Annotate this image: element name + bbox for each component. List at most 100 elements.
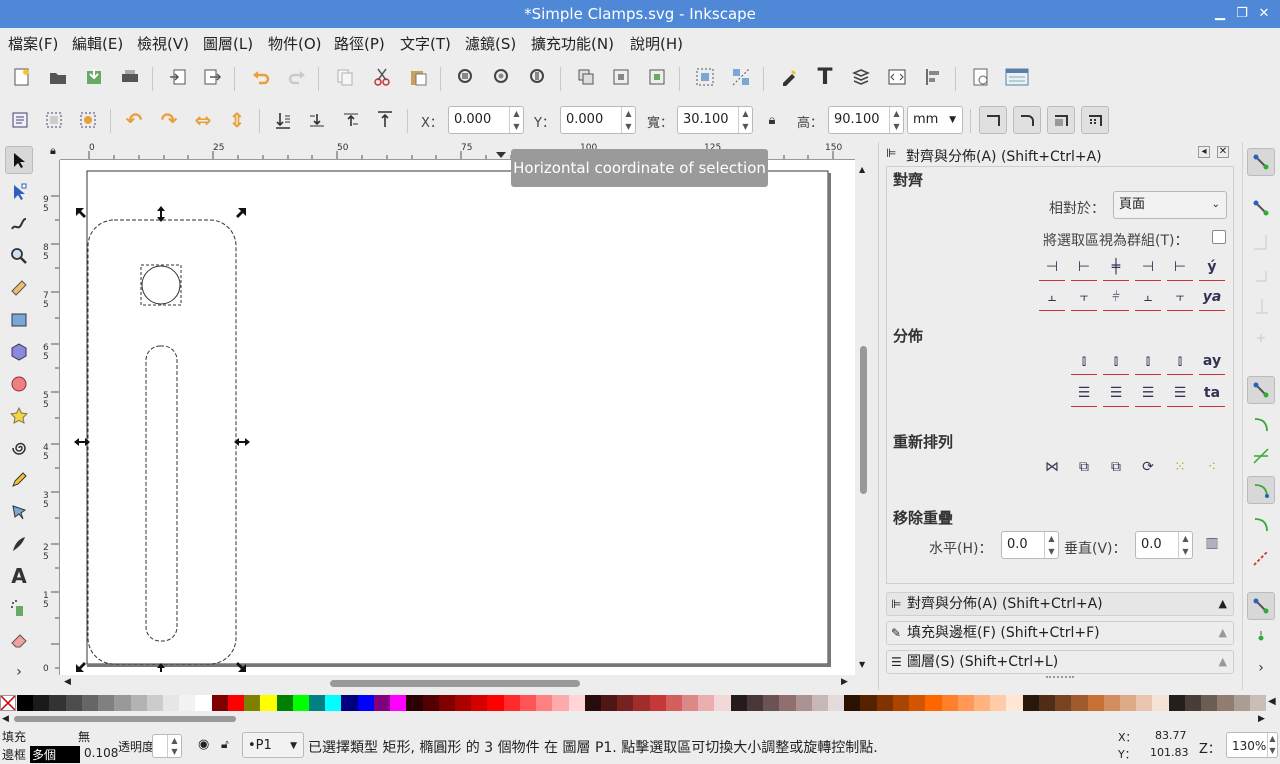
x-input[interactable]: 0.000 ▲ ▼ bbox=[448, 106, 524, 134]
color-swatch[interactable] bbox=[162, 695, 180, 711]
undo-icon[interactable] bbox=[247, 63, 275, 91]
fill-indicator-value[interactable]: 無 bbox=[78, 728, 90, 745]
flip-horizontal-icon[interactable]: ⇔ bbox=[189, 106, 217, 134]
color-swatch[interactable] bbox=[292, 695, 310, 711]
snap-others-icon[interactable] bbox=[1247, 592, 1275, 620]
align-distribute-icon[interactable] bbox=[919, 63, 947, 91]
width-input[interactable]: 30.100 ▲ ▼ bbox=[677, 106, 753, 134]
color-swatch[interactable] bbox=[941, 695, 959, 711]
snap-nodes-icon[interactable] bbox=[1247, 376, 1275, 404]
align-right-to-left-anchor-icon[interactable]: ⊣ bbox=[1039, 255, 1065, 281]
redo-icon[interactable] bbox=[283, 63, 311, 91]
minimize-button[interactable]: ▁ bbox=[1208, 0, 1232, 28]
overlap-h-spinner[interactable]: ▲ ▼ bbox=[1044, 532, 1058, 558]
snap-intersections-icon[interactable] bbox=[1247, 442, 1275, 470]
color-swatch[interactable] bbox=[519, 695, 537, 711]
color-swatch[interactable] bbox=[454, 695, 472, 711]
clone-icon[interactable] bbox=[607, 63, 635, 91]
color-swatch[interactable] bbox=[617, 695, 634, 711]
color-swatch[interactable] bbox=[1103, 695, 1121, 711]
color-swatch[interactable] bbox=[698, 695, 715, 711]
y-spinner[interactable]: ▲ ▼ bbox=[621, 107, 635, 133]
opacity-input[interactable]: ▲ ▼ bbox=[152, 734, 182, 758]
zoom-spinner[interactable]: ▲ ▼ bbox=[1267, 733, 1277, 757]
horizontal-scrollbar[interactable]: ◀ ▶ bbox=[60, 675, 855, 691]
color-swatch[interactable] bbox=[1006, 695, 1024, 711]
deselect-icon[interactable] bbox=[74, 106, 102, 134]
color-swatch[interactable] bbox=[406, 695, 424, 711]
new-document-icon[interactable] bbox=[8, 63, 36, 91]
horizontal-scroll-thumb[interactable] bbox=[330, 680, 580, 687]
menu-file[interactable]: 檔案(F) bbox=[8, 33, 58, 54]
star-tool-icon[interactable] bbox=[5, 402, 33, 430]
scroll-right-icon[interactable]: ▶ bbox=[1258, 714, 1265, 724]
snap-bbox-corner-icon[interactable] bbox=[1247, 260, 1275, 288]
color-swatch[interactable] bbox=[730, 695, 748, 711]
color-swatch[interactable] bbox=[1217, 695, 1235, 711]
color-swatch[interactable] bbox=[373, 695, 391, 711]
color-swatch[interactable] bbox=[244, 695, 261, 711]
exchange-clockwise-icon[interactable]: ⟳ bbox=[1135, 455, 1161, 481]
color-swatch[interactable] bbox=[1184, 695, 1202, 711]
distribute-bottom-icon[interactable]: ☰ bbox=[1135, 381, 1161, 407]
pen-tool-icon[interactable] bbox=[5, 498, 33, 526]
unclump-icon[interactable]: ⁖ bbox=[1199, 455, 1225, 481]
zoom-input[interactable]: 130% ▲ ▼ bbox=[1226, 732, 1278, 758]
spiral-tool-icon[interactable] bbox=[5, 434, 33, 462]
color-swatch[interactable] bbox=[811, 695, 829, 711]
color-swatch[interactable] bbox=[49, 695, 67, 711]
import-icon[interactable] bbox=[164, 63, 192, 91]
text-font-icon[interactable]: T bbox=[811, 63, 839, 91]
group-icon[interactable] bbox=[691, 63, 719, 91]
text-tool-icon[interactable]: A bbox=[5, 562, 33, 590]
ungroup-icon[interactable] bbox=[727, 63, 755, 91]
snap-bbox-midpoint-icon[interactable] bbox=[1247, 292, 1275, 320]
scale-stroke-icon[interactable] bbox=[979, 106, 1007, 134]
color-swatch[interactable] bbox=[1055, 695, 1072, 711]
rotate-ccw-icon[interactable]: ↶ bbox=[120, 106, 148, 134]
zoom-page-icon[interactable] bbox=[524, 63, 552, 91]
align-top-edges-icon[interactable]: ⫟ bbox=[1071, 285, 1097, 311]
color-swatch[interactable] bbox=[1120, 695, 1137, 711]
distribute-gaps-h-icon[interactable]: ⫾ bbox=[1167, 349, 1193, 375]
color-swatch[interactable] bbox=[990, 695, 1007, 711]
height-input[interactable]: 90.100 ▲ ▼ bbox=[828, 106, 904, 134]
zoom-tool-icon[interactable] bbox=[5, 242, 33, 270]
color-swatch[interactable] bbox=[1233, 695, 1251, 711]
color-swatch[interactable] bbox=[422, 695, 440, 711]
color-swatch[interactable] bbox=[682, 695, 699, 711]
menu-extensions[interactable]: 擴充功能(N) bbox=[531, 33, 614, 54]
layer-visibility-icon[interactable]: ◉ bbox=[198, 737, 209, 752]
remove-overlaps-icon[interactable]: ▥ bbox=[1199, 531, 1225, 557]
color-swatch[interactable] bbox=[1022, 695, 1040, 711]
cut-icon[interactable] bbox=[368, 63, 396, 91]
snap-toggle-icon[interactable] bbox=[1247, 148, 1275, 176]
color-swatch[interactable] bbox=[211, 695, 229, 711]
snap-paths-icon[interactable] bbox=[1247, 410, 1275, 438]
fill-stroke-icon[interactable] bbox=[775, 63, 803, 91]
lower-to-bottom-icon[interactable] bbox=[269, 106, 297, 134]
distribute-baseline-h-icon[interactable]: ay bbox=[1199, 349, 1225, 375]
color-swatch[interactable] bbox=[438, 695, 456, 711]
rectangle-tool-icon[interactable] bbox=[5, 306, 33, 334]
color-swatch[interactable] bbox=[81, 695, 99, 711]
raise-to-top-icon[interactable] bbox=[371, 106, 399, 134]
color-swatch[interactable] bbox=[114, 695, 132, 711]
zoom-selection-icon[interactable] bbox=[452, 63, 480, 91]
align-right-edges-icon[interactable]: ⊣ bbox=[1135, 255, 1161, 281]
vertical-scrollbar[interactable]: ▲ ▼ bbox=[856, 160, 872, 675]
dock-resize-handle[interactable] bbox=[1046, 676, 1074, 680]
duplicate-icon[interactable] bbox=[572, 63, 600, 91]
color-swatch[interactable] bbox=[357, 695, 375, 711]
more-tools-chevron-icon[interactable]: › bbox=[5, 658, 33, 686]
color-swatch[interactable] bbox=[146, 695, 164, 711]
paste-icon[interactable] bbox=[404, 63, 432, 91]
color-swatch[interactable] bbox=[1038, 695, 1056, 711]
snap-line-midpoints-icon[interactable] bbox=[1247, 544, 1275, 572]
color-swatch[interactable] bbox=[179, 695, 196, 711]
overlap-v-spinner[interactable]: ▲ ▼ bbox=[1178, 532, 1192, 558]
menu-text[interactable]: 文字(T) bbox=[400, 33, 451, 54]
color-swatch[interactable] bbox=[746, 695, 764, 711]
color-swatch[interactable] bbox=[649, 695, 667, 711]
align-top-to-bottom-anchor-icon[interactable]: ⫟ bbox=[1167, 285, 1193, 311]
